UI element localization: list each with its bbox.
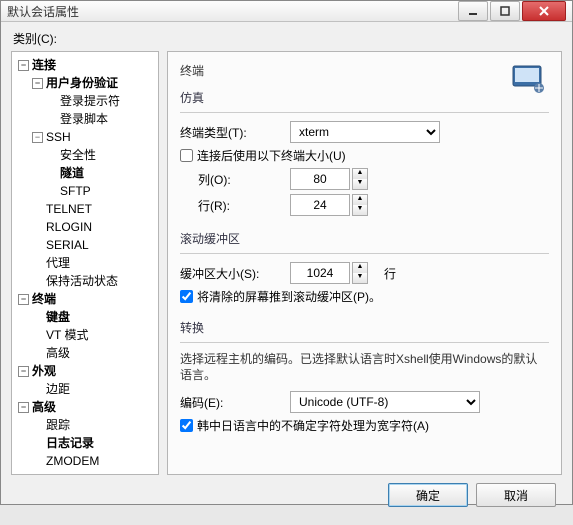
tree-node-tunnel[interactable]: 隧道	[44, 164, 156, 182]
cols-spinner[interactable]: ▲▼	[352, 168, 368, 190]
tree-node-keepalive[interactable]: 保持活动状态	[30, 272, 156, 290]
tree-node-login-script[interactable]: 登录脚本	[44, 110, 156, 128]
buffer-unit: 行	[384, 265, 396, 282]
group-emulation: 仿真	[180, 89, 549, 106]
push-scroll-checkbox[interactable]	[180, 290, 193, 303]
tree-node-keyboard[interactable]: 键盘	[30, 308, 156, 326]
ok-button[interactable]: 确定	[388, 483, 468, 507]
terminal-icon	[511, 64, 547, 94]
collapse-icon[interactable]: −	[18, 60, 29, 71]
buffer-size-label: 缓冲区大小(S):	[180, 265, 290, 282]
up-icon[interactable]: ▲	[353, 263, 367, 273]
panel-title: 终端	[180, 62, 549, 79]
wide-char-checkbox[interactable]	[180, 419, 193, 432]
rows-input[interactable]	[290, 194, 350, 216]
down-icon[interactable]: ▼	[353, 205, 367, 215]
tree-node-serial[interactable]: SERIAL	[30, 236, 156, 254]
collapse-icon[interactable]: −	[32, 132, 43, 143]
tree-node-margins[interactable]: 边距	[30, 380, 156, 398]
tree-node-sftp[interactable]: SFTP	[44, 182, 156, 200]
terminal-type-label: 终端类型(T):	[180, 124, 290, 141]
rows-spinner[interactable]: ▲▼	[352, 194, 368, 216]
dialog-footer: 确定 取消	[11, 475, 562, 515]
separator	[180, 112, 549, 113]
dialog-body: 类别(C): −连接 −用户身份验证 登录提示符 登录脚本	[1, 22, 572, 525]
rows-label: 行(R):	[198, 197, 290, 214]
separator	[180, 342, 549, 343]
maximize-button[interactable]	[490, 1, 520, 21]
buffer-size-input[interactable]	[290, 262, 350, 284]
tree-node-zmodem[interactable]: ZMODEM	[30, 452, 156, 470]
tree-node-telnet[interactable]: TELNET	[30, 200, 156, 218]
settings-panel: 终端 仿真 终端类型(T): xterm 连接后使用以下终端大小(U) 列(O)…	[167, 51, 562, 475]
tree-node-rlogin[interactable]: RLOGIN	[30, 218, 156, 236]
wide-char-label: 韩中日语言中的不确定字符处理为宽字符(A)	[197, 417, 429, 434]
down-icon[interactable]: ▼	[353, 273, 367, 283]
main-row: −连接 −用户身份验证 登录提示符 登录脚本	[11, 51, 562, 475]
tree-node-logging[interactable]: 日志记录	[30, 434, 156, 452]
up-icon[interactable]: ▲	[353, 195, 367, 205]
tree-node-proxy[interactable]: 代理	[30, 254, 156, 272]
use-size-label: 连接后使用以下终端大小(U)	[197, 147, 346, 164]
group-scroll: 滚动缓冲区	[180, 230, 549, 247]
tree-node-terminal[interactable]: −终端	[16, 290, 156, 308]
window-title: 默认会话属性	[7, 3, 456, 20]
tree-node-connection[interactable]: −连接	[16, 56, 156, 74]
cols-label: 列(O):	[198, 171, 290, 188]
category-label: 类别(C):	[13, 30, 562, 47]
cols-input[interactable]	[290, 168, 350, 190]
use-size-checkbox[interactable]	[180, 149, 193, 162]
up-icon[interactable]: ▲	[353, 169, 367, 179]
encoding-desc: 选择远程主机的编码。已选择默认语言时Xshell使用Windows的默认语言。	[180, 351, 549, 383]
tree-node-auth[interactable]: −用户身份验证	[30, 74, 156, 92]
collapse-icon[interactable]: −	[32, 78, 43, 89]
collapse-icon[interactable]: −	[18, 366, 29, 377]
titlebar: 默认会话属性	[1, 1, 572, 22]
collapse-icon[interactable]: −	[18, 294, 29, 305]
tree-node-appearance[interactable]: −外观	[16, 362, 156, 380]
cancel-button[interactable]: 取消	[476, 483, 556, 507]
dialog: 默认会话属性 类别(C): −连接 −用户身份验证	[0, 0, 573, 505]
tree-node-ssh[interactable]: −SSH	[30, 128, 156, 146]
tree-node-advanced[interactable]: −高级	[16, 398, 156, 416]
close-button[interactable]	[522, 1, 566, 21]
down-icon[interactable]: ▼	[353, 179, 367, 189]
category-tree[interactable]: −连接 −用户身份验证 登录提示符 登录脚本	[11, 51, 159, 475]
encoding-select[interactable]: Unicode (UTF-8)	[290, 391, 480, 413]
group-conversion: 转换	[180, 319, 549, 336]
tree-node-trace[interactable]: 跟踪	[30, 416, 156, 434]
encoding-label: 编码(E):	[180, 394, 290, 411]
tree-node-adv-terminal[interactable]: 高级	[30, 344, 156, 362]
tree-node-login-prompt[interactable]: 登录提示符	[44, 92, 156, 110]
separator	[180, 253, 549, 254]
tree-node-vt[interactable]: VT 模式	[30, 326, 156, 344]
push-scroll-label: 将清除的屏幕推到滚动缓冲区(P)。	[197, 288, 381, 305]
terminal-type-select[interactable]: xterm	[290, 121, 440, 143]
minimize-button[interactable]	[458, 1, 488, 21]
tree-node-security[interactable]: 安全性	[44, 146, 156, 164]
collapse-icon[interactable]: −	[18, 402, 29, 413]
buffer-spinner[interactable]: ▲▼	[352, 262, 368, 284]
